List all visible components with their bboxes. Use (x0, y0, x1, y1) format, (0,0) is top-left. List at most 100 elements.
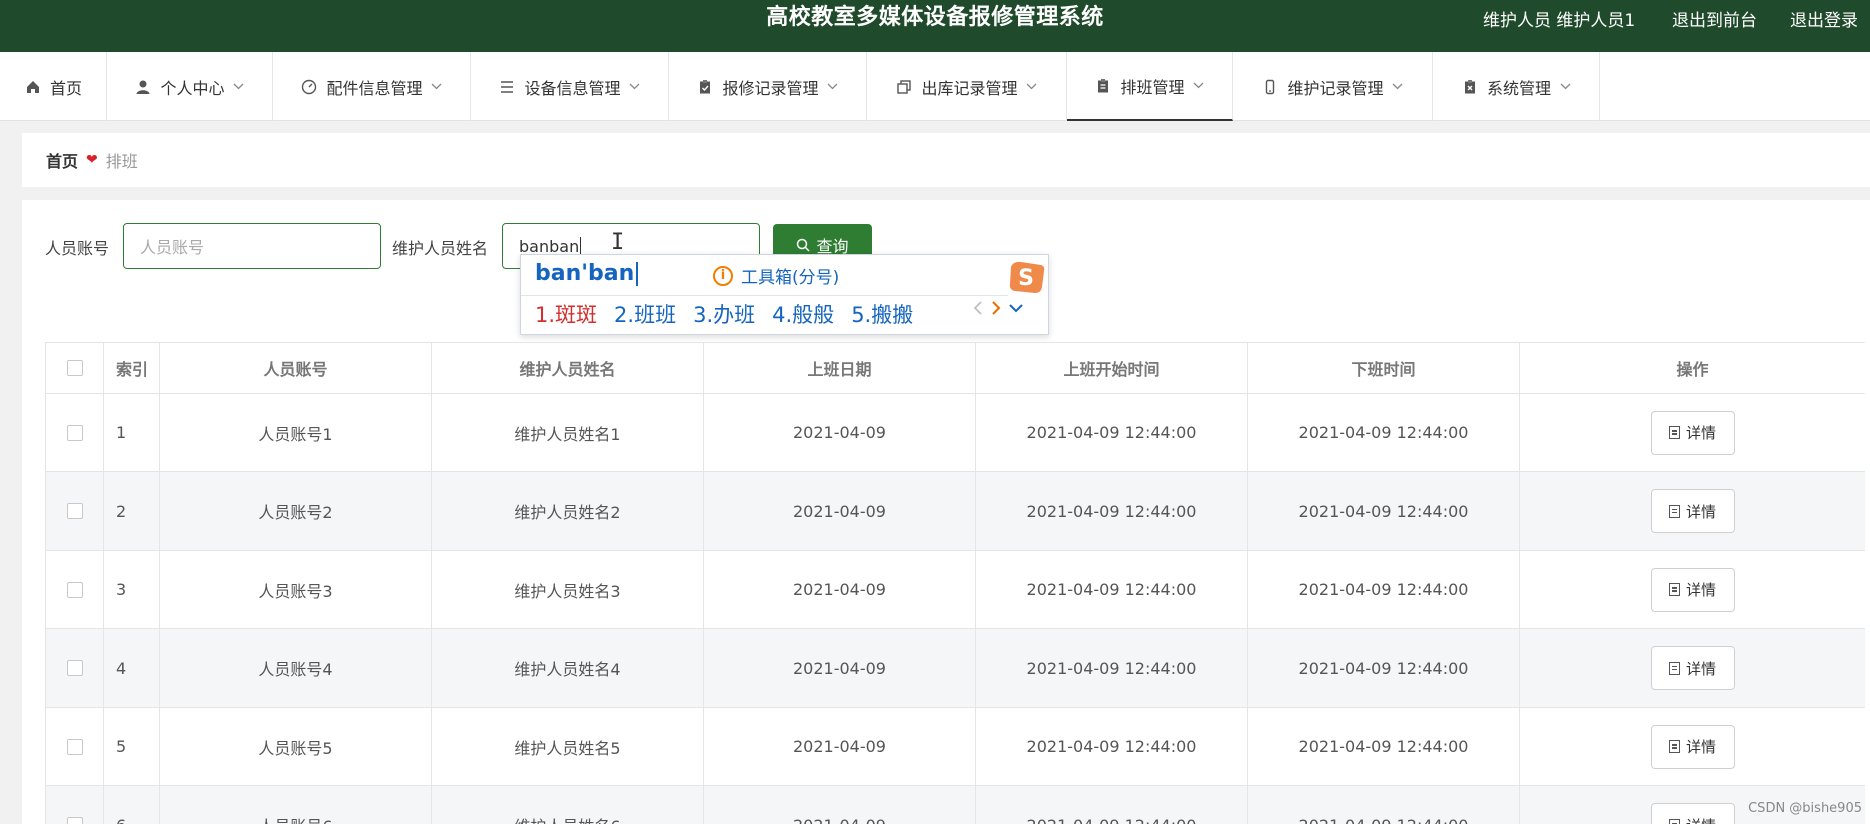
row-checkbox[interactable] (66, 424, 83, 441)
ime-pinyin: ban'ban (535, 261, 639, 286)
document-icon (1668, 504, 1680, 518)
nav-item-device-info[interactable]: 设备信息管理 (471, 52, 669, 121)
document-icon (1668, 583, 1680, 596)
main-nav: 首页 个人中心 配件信息管理 设备信息管理 报修记录管理 出库记录管理 排班管理… (0, 52, 1870, 121)
detail-button[interactable]: 详情 (1650, 724, 1735, 769)
account-input[interactable]: 人员账号 (123, 223, 381, 269)
select-all-cell (46, 343, 104, 394)
cell-index: 5 (104, 708, 160, 786)
nav-item-maintenance-records[interactable]: 维护记录管理 (1233, 52, 1433, 121)
clipboard-x-icon (1461, 78, 1479, 96)
cell-date: 2021-04-09 (704, 551, 976, 629)
cell-start: 2021-04-09 12:44:00 (976, 786, 1248, 824)
row-checkbox[interactable] (66, 738, 83, 755)
table-row: 1 人员账号1 维护人员姓名1 2021-04-09 2021-04-09 12… (46, 394, 1865, 472)
detail-button[interactable]: 详情 (1650, 803, 1735, 824)
cell-end: 2021-04-09 12:44:00 (1248, 551, 1520, 629)
ime-toolbox-label: 工具箱(分号) (741, 268, 840, 288)
nav-item-system[interactable]: 系统管理 (1433, 52, 1600, 121)
nav-item-label: 首页 (49, 78, 82, 98)
row-checkbox[interactable] (66, 817, 83, 824)
column-header: 操作 (1520, 343, 1865, 394)
clipboard-icon (1094, 77, 1112, 95)
nav-item-label: 排班管理 (1120, 77, 1185, 97)
cell-start: 2021-04-09 12:44:00 (976, 394, 1248, 472)
logout-link[interactable]: 退出登录 (1790, 6, 1858, 31)
cell-account: 人员账号4 (160, 629, 432, 708)
detail-button[interactable]: 详情 (1650, 646, 1735, 690)
user-icon (134, 78, 152, 96)
cell-index: 3 (104, 551, 160, 629)
name-input-value: banban (519, 236, 580, 256)
ime-divider (521, 295, 1008, 296)
cell-start: 2021-04-09 12:44:00 (976, 472, 1248, 551)
nav-item-home[interactable]: 首页 (0, 52, 107, 121)
table-row: 6 人员账号6 维护人员姓名6 2021-04-09 2021-04-09 12… (46, 786, 1865, 824)
nav-item-parts-info[interactable]: 配件信息管理 (273, 52, 471, 121)
detail-button[interactable]: 详情 (1650, 410, 1735, 455)
name-label: 维护人员姓名 (392, 239, 489, 258)
chevron-down-icon (1026, 81, 1038, 93)
row-checkbox[interactable] (66, 581, 83, 598)
home-icon (24, 78, 42, 96)
nav-item-scheduling[interactable]: 排班管理 (1067, 52, 1233, 121)
cell-name: 维护人员姓名1 (432, 394, 704, 472)
cell-index: 1 (104, 394, 160, 472)
ime-candidate-popup: ban'ban i 工具箱(分号) S 1.斑斑 2.班班 3.办班 4.般般 … (520, 254, 1049, 335)
column-header: 维护人员姓名 (432, 343, 704, 394)
row-checkbox[interactable] (66, 660, 83, 676)
sogou-logo-icon: S (1009, 261, 1045, 293)
nav-item-label: 个人中心 (160, 78, 225, 98)
detail-button[interactable]: 详情 (1650, 489, 1735, 533)
chevron-down-icon (1193, 80, 1205, 92)
ime-candidate-4[interactable]: 4.般般 (772, 299, 834, 329)
ime-candidate-5[interactable]: 5.搬搬 (851, 299, 913, 329)
exit-to-front-link[interactable]: 退出到前台 (1672, 6, 1757, 31)
copy-icon (895, 78, 913, 96)
chevron-down-icon[interactable] (1009, 303, 1023, 313)
table-row: 2 人员账号2 维护人员姓名2 2021-04-09 2021-04-09 12… (46, 472, 1865, 551)
breadcrumb-home[interactable]: 首页 (46, 148, 78, 172)
heart-icon: ❤ (86, 152, 98, 168)
nav-item-label: 报修记录管理 (722, 78, 819, 98)
nav-item-outbound-records[interactable]: 出库记录管理 (867, 52, 1067, 121)
nav-item-label: 出库记录管理 (921, 78, 1018, 98)
ime-toolbox[interactable]: i 工具箱(分号) (713, 263, 839, 288)
schedule-table: 索引 人员账号 维护人员姓名 上班日期 上班开始时间 下班时间 操作 1 人员账… (45, 342, 1865, 824)
cell-start: 2021-04-09 12:44:00 (976, 708, 1248, 786)
breadcrumb-current: 排班 (105, 152, 138, 171)
ime-candidate-2[interactable]: 2.班班 (614, 299, 676, 329)
cell-index: 4 (104, 629, 160, 708)
cell-end: 2021-04-09 12:44:00 (1248, 472, 1520, 551)
watermark: CSDN @bishe905 (1748, 801, 1862, 816)
ime-candidate-1[interactable]: 1.斑斑 (535, 299, 597, 329)
cell-name: 维护人员姓名3 (432, 551, 704, 629)
ime-candidate-3[interactable]: 3.办班 (693, 299, 755, 329)
nav-item-label: 设备信息管理 (524, 78, 621, 98)
cell-account: 人员账号6 (160, 786, 432, 824)
select-all-checkbox[interactable] (66, 360, 83, 376)
column-header: 下班时间 (1248, 343, 1520, 394)
detail-button[interactable]: 详情 (1650, 567, 1735, 612)
cell-date: 2021-04-09 (704, 629, 976, 708)
chevron-right-icon[interactable] (991, 301, 1001, 315)
current-user: 维护人员 维护人员1 (1483, 11, 1636, 31)
row-checkbox[interactable] (66, 503, 83, 519)
cell-end: 2021-04-09 12:44:00 (1248, 708, 1520, 786)
chevron-left-icon[interactable] (973, 301, 983, 315)
cell-start: 2021-04-09 12:44:00 (976, 629, 1248, 708)
nav-item-personal-center[interactable]: 个人中心 (107, 52, 273, 121)
column-header: 上班开始时间 (976, 343, 1248, 394)
nav-item-label: 系统管理 (1486, 78, 1551, 98)
document-icon (1668, 740, 1680, 753)
phone-icon (1261, 78, 1279, 96)
cell-date: 2021-04-09 (704, 472, 976, 551)
chevron-down-icon (1392, 81, 1404, 93)
chevron-down-icon (233, 81, 245, 93)
cell-account: 人员账号1 (160, 394, 432, 472)
search-icon (797, 238, 811, 252)
nav-item-repair-records[interactable]: 报修记录管理 (669, 52, 867, 121)
cell-name: 维护人员姓名2 (432, 472, 704, 551)
table-row: 5 人员账号5 维护人员姓名5 2021-04-09 2021-04-09 12… (46, 708, 1865, 786)
info-icon: i (713, 265, 733, 286)
